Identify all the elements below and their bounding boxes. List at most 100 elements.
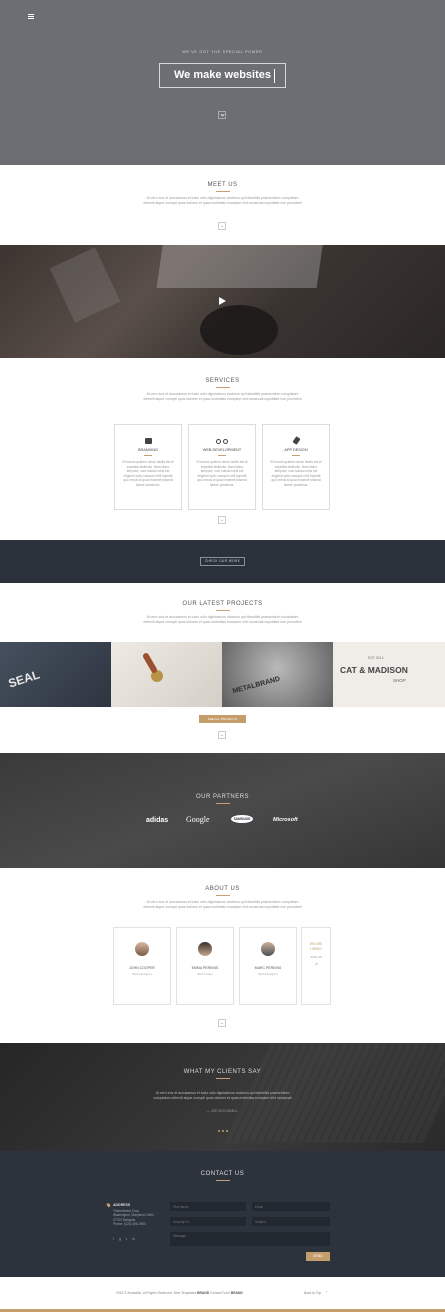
about-down-button[interactable]: ⌄ [218, 1019, 226, 1027]
coffee-cup-image [200, 305, 278, 355]
project-tile[interactable]: SEAL [0, 642, 111, 707]
avatar [135, 942, 149, 956]
hero-title: We make websites [173, 69, 271, 81]
location-icon [106, 1202, 111, 1208]
service-card[interactable]: APP DESIGN Et harum quidem rerum facilis… [262, 424, 330, 510]
keyboard-image [156, 245, 324, 288]
chevron-up-icon: ⌃ [325, 1291, 328, 1295]
carousel-dot[interactable] [225, 1130, 228, 1132]
about-text: At vero eos et accusamus et iusto odio d… [143, 900, 302, 909]
projects-title: OUR LATEST PROJECTS [182, 601, 263, 607]
carousel-dot-active[interactable] [217, 1130, 220, 1132]
send-button[interactable]: SEND [306, 1252, 330, 1261]
chevron-down-icon: ⌄ [219, 1020, 225, 1026]
hero-kicker: WE'VE GOT THE SPECIAL POWER [182, 50, 263, 54]
join-card[interactable]: WE ARE HIRING JOIN US ↗ [301, 927, 331, 1005]
about-section: ABOUT US At vero eos et accusamus et ius… [0, 868, 445, 1043]
title-divider [215, 610, 230, 611]
first-name-field[interactable] [170, 1202, 246, 1211]
stamp-handle-image [141, 651, 159, 675]
subject-field[interactable] [252, 1217, 330, 1226]
service-card[interactable]: BRANDING Et harum quidem rerum facilis e… [114, 424, 182, 510]
meet-title: MEET US [207, 182, 238, 188]
footer-copyright: 2015 © Armadillo. All Rights Reserved. N… [116, 1291, 243, 1295]
service-title: APP DESIGN [284, 448, 308, 452]
email-field[interactable] [252, 1202, 330, 1211]
check-work-button[interactable]: CHECK OUR WORK [200, 557, 245, 566]
cta-band: CHECK OUR WORK [0, 540, 445, 583]
project-tile[interactable] [111, 642, 222, 707]
address-line: Phone: (123) 456-7890 [113, 1222, 146, 1227]
title-divider [215, 803, 230, 804]
bicycle-icon [216, 437, 228, 444]
team-card[interactable]: MARC PERKINS Web Designer [239, 927, 297, 1005]
meet-text: At vero eos et accusamus et iusto odio d… [143, 196, 302, 205]
team-name: MARC PERKINS [254, 966, 282, 970]
partner-logo: Google [186, 815, 210, 824]
testimonials-section: WHAT MY CLIENTS SAY At vero eos et accus… [0, 1043, 445, 1151]
footer-brand-link[interactable]: BRAND [231, 1291, 243, 1295]
title-divider [215, 191, 230, 192]
meet-down-button[interactable]: ⌄ [218, 222, 226, 230]
message-field[interactable] [170, 1232, 330, 1246]
hero-down-button[interactable] [218, 111, 226, 119]
twitter-icon[interactable]: t [126, 1237, 127, 1241]
project-label: SEAL [6, 667, 42, 691]
arrow-icon: ↗ [313, 962, 319, 968]
back-to-top-link[interactable]: Back to Top ⌃ [304, 1291, 328, 1295]
services-down-button[interactable]: ⌄ [218, 516, 226, 524]
play-button[interactable] [216, 295, 228, 307]
linkedin-icon[interactable]: in [132, 1237, 135, 1241]
testimonial-quote: At vero eos et accusamus et iusto odio d… [153, 1091, 292, 1100]
chevron-down-icon [220, 112, 225, 117]
service-title: BRANDING [137, 448, 159, 452]
project-sub: SHOP [393, 678, 406, 683]
team-card[interactable]: EMMA PERKINS Web Coder [176, 927, 234, 1005]
avatar [261, 942, 275, 956]
services-section: SERVICES At vero eos et accusamus et ius… [0, 358, 445, 540]
text-cursor [274, 69, 275, 83]
projects-section: OUR LATEST PROJECTS At vero eos et accus… [0, 583, 445, 753]
security-field[interactable] [170, 1217, 246, 1226]
chevron-down-icon: ⌄ [219, 517, 225, 523]
join-text: WE ARE HIRING [309, 942, 323, 951]
avatar [198, 942, 212, 956]
project-label: CAT & MADISON [340, 665, 408, 675]
chevron-down-icon: ⌄ [219, 732, 225, 738]
plug-icon [291, 436, 301, 445]
menu-button[interactable] [28, 14, 34, 20]
contact-title: CONTACT US [200, 1171, 245, 1177]
about-title: ABOUT US [205, 886, 240, 892]
projects-down-button[interactable]: ⌄ [218, 731, 226, 739]
carousel-dots[interactable] [0, 1119, 445, 1137]
carousel-dot[interactable] [221, 1130, 224, 1132]
contact-section: CONTACT US ADDRESS Themeforest Corp. Was… [0, 1151, 445, 1277]
social-links: f g t in [113, 1237, 135, 1241]
footer: 2015 © Armadillo. All Rights Reserved. N… [0, 1277, 445, 1312]
see-all-projects-button[interactable]: SEE ALL PROJECTS [199, 715, 246, 723]
facebook-icon[interactable]: f [113, 1237, 114, 1241]
address-block: Themeforest Corp. Washington, Maryland, … [113, 1209, 154, 1227]
chevron-down-icon: ⌄ [219, 223, 225, 229]
project-tile[interactable]: EST 2014 CAT & MADISON SHOP [333, 642, 445, 707]
team-role: Web Designer [258, 972, 278, 976]
service-card[interactable]: WEB DEVELOPMENT Et harum quidem rerum fa… [188, 424, 256, 510]
testimonial-author: — JOE MCCONNELL [206, 1109, 239, 1113]
footer-contact-link[interactable]: Contact Form [210, 1291, 230, 1295]
title-divider [215, 1180, 230, 1181]
partner-logo: Microsoft [273, 817, 298, 823]
service-title: WEB DEVELOPMENT [202, 448, 242, 452]
team-role: Web Coder [197, 972, 213, 976]
project-tile[interactable]: METALBRAND [222, 642, 333, 707]
partner-logo: adidas [146, 817, 169, 824]
team-name: JOHN COOPER [129, 966, 155, 970]
partners-title: OUR PARTNERS [195, 794, 250, 800]
google-plus-icon[interactable]: g [119, 1237, 121, 1241]
project-label: METALBRAND [231, 675, 281, 696]
meet-section: MEET US At vero eos et accusamus et iust… [0, 165, 445, 245]
services-title: SERVICES [205, 378, 240, 384]
address-label: ADDRESS [113, 1203, 131, 1207]
projects-text: At vero eos et accusamus et iusto odio d… [143, 615, 302, 624]
team-card[interactable]: JOHN COOPER Web Designer [113, 927, 171, 1005]
footer-brand-link[interactable]: BRAND [197, 1291, 209, 1295]
